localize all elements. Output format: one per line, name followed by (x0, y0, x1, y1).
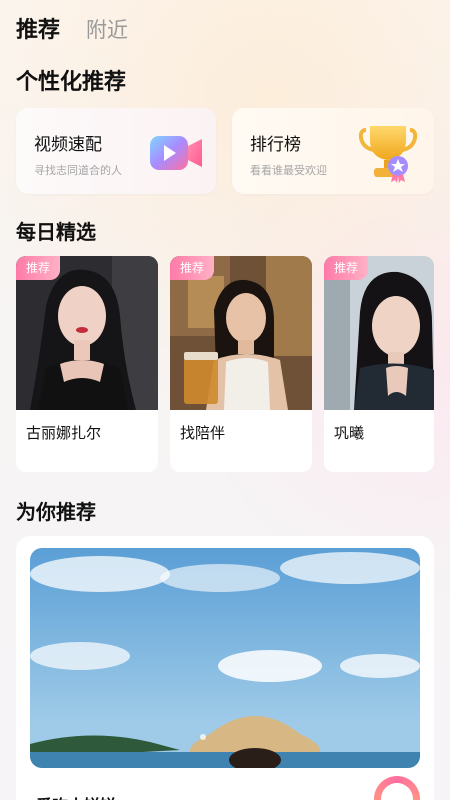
recommend-photo (30, 548, 420, 768)
video-match-card[interactable]: 视频速配 寻找志同道合的人 (16, 108, 216, 194)
daily-card[interactable]: 推荐 找陪伴 (170, 256, 312, 472)
section-title-personalized: 个性化推荐 (16, 70, 127, 95)
recommend-name: 爱吃小饼饼 (36, 792, 116, 800)
section-title-daily: 每日精选 (16, 220, 96, 244)
daily-name: 找陪伴 (180, 424, 226, 442)
carousel-dot (200, 734, 206, 740)
ranking-title: 排行榜 (250, 135, 301, 155)
video-match-title: 视频速配 (34, 135, 102, 155)
top-tab-bar: 推荐 附近 (16, 12, 128, 44)
video-icon (150, 136, 202, 170)
ranking-card[interactable]: 排行榜 看看谁最受欢迎 (232, 108, 434, 194)
video-match-subtitle: 寻找志同道合的人 (34, 164, 122, 177)
ring-icon[interactable] (374, 776, 420, 800)
recommend-badge: 推荐 (170, 256, 215, 280)
recommend-badge: 推荐 (16, 256, 61, 280)
section-title-for-you: 为你推荐 (16, 500, 96, 524)
daily-card[interactable]: 推荐 古丽娜扎尔 (16, 256, 158, 472)
ranking-subtitle: 看看谁最受欢迎 (250, 164, 327, 177)
daily-name: 巩曦 (334, 424, 365, 442)
recommend-card[interactable]: 爱吃小饼饼 (16, 536, 434, 800)
trophy-icon (358, 126, 418, 183)
daily-name: 古丽娜扎尔 (26, 424, 102, 442)
tab-nearby[interactable]: 附近 (86, 14, 128, 44)
recommend-badge: 推荐 (324, 256, 369, 280)
tab-recommend[interactable]: 推荐 (16, 12, 60, 44)
daily-card[interactable]: 推荐 巩曦 (324, 256, 434, 472)
